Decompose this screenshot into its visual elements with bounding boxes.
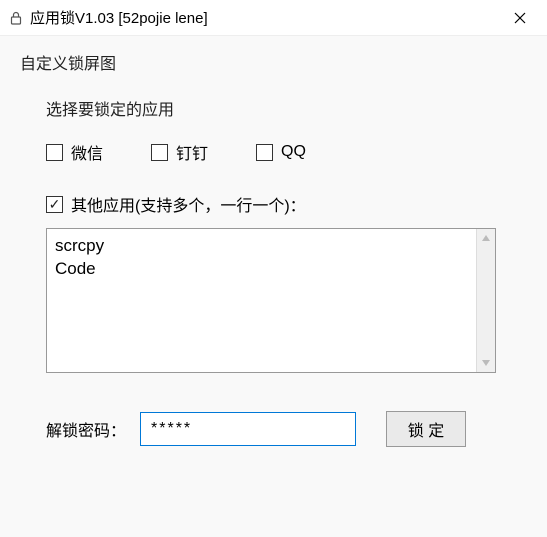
checkbox-other-apps[interactable]: 其他应用(支持多个，一行一个)：	[46, 192, 306, 216]
password-input[interactable]	[140, 412, 356, 446]
checkbox-box-icon	[46, 144, 63, 161]
checkbox-box-checked-icon	[46, 196, 63, 213]
title-bar: 应用锁V1.03 [52pojie lene]	[0, 0, 547, 36]
checkbox-box-icon	[256, 144, 273, 161]
checkbox-wechat[interactable]: 微信	[46, 140, 103, 164]
checkbox-box-icon	[151, 144, 168, 161]
scroll-up-icon	[477, 229, 495, 247]
checkbox-qq[interactable]: QQ	[256, 140, 306, 164]
checkbox-dingtalk[interactable]: 钉钉	[151, 140, 208, 164]
select-apps-label: 选择要锁定的应用	[46, 96, 527, 120]
close-icon	[514, 12, 526, 24]
checkbox-label: 钉钉	[176, 140, 208, 164]
other-apps-textarea-wrap	[46, 228, 496, 373]
window-title: 应用锁V1.03 [52pojie lene]	[30, 7, 497, 28]
bottom-row: 解锁密码： 锁 定	[46, 411, 527, 447]
scrollbar[interactable]	[476, 229, 495, 372]
password-label: 解锁密码：	[46, 417, 126, 441]
checkbox-label: QQ	[281, 143, 306, 161]
scroll-down-icon	[477, 354, 495, 372]
lock-icon	[8, 10, 24, 26]
content-area: 自定义锁屏图 选择要锁定的应用 微信 钉钉 QQ 其他应用(支持多个，一行一个)…	[0, 36, 547, 537]
close-button[interactable]	[497, 3, 543, 33]
custom-lock-image-title: 自定义锁屏图	[20, 50, 527, 74]
other-apps-textarea[interactable]	[47, 229, 475, 372]
lock-button[interactable]: 锁 定	[386, 411, 466, 447]
checkbox-label: 其他应用(支持多个，一行一个)：	[71, 192, 306, 216]
app-checkbox-row: 微信 钉钉 QQ	[46, 140, 527, 164]
checkbox-label: 微信	[71, 140, 103, 164]
